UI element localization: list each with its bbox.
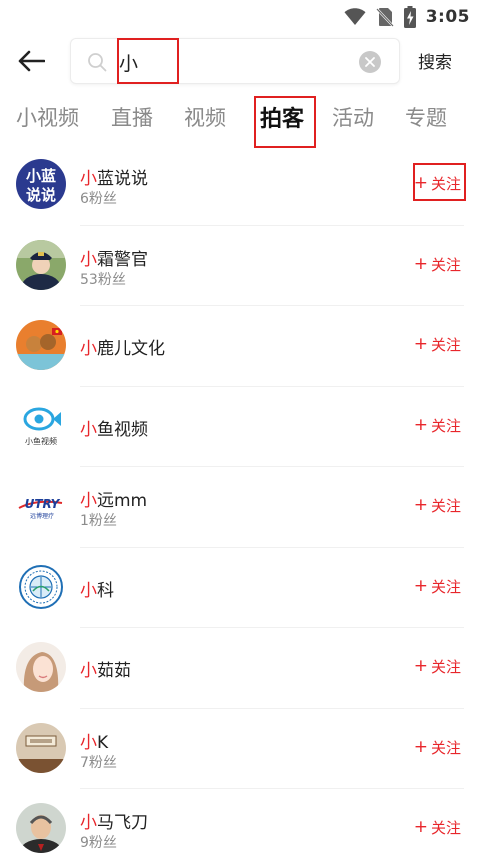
back-button[interactable] [14,46,48,76]
category-tabs: 小视频 直播 视频 拍客 活动 专题 [0,92,480,148]
user-name[interactable]: 小蓝说说 [80,164,148,189]
follow-button[interactable]: + 关注 [414,415,461,436]
avatar[interactable] [16,561,66,612]
user-name[interactable]: 小远mm [80,486,147,511]
follow-button[interactable]: + 关注 [414,334,461,355]
battery-charging-icon [403,6,416,28]
search-header: 搜索 [0,36,480,86]
follow-button[interactable]: + 关注 [414,737,461,758]
user-name[interactable]: 小科 [80,576,114,601]
follow-button[interactable]: + 关注 [414,495,461,516]
avatar[interactable]: 小鱼视频 [16,400,66,451]
avatar[interactable]: 小蓝 说说 [16,159,66,209]
plus-icon: + [413,736,428,757]
avatar[interactable] [16,239,66,290]
avatar[interactable] [16,642,66,692]
back-arrow-icon [18,50,45,72]
avatar-text-top: 小蓝 [26,167,56,185]
fan-count: 9粉丝 [80,835,117,851]
search-input[interactable] [119,49,369,75]
user-name[interactable]: 小鹿儿文化 [80,334,165,359]
fan-count: 53粉丝 [80,271,126,288]
status-icons: 3:05 [344,4,470,30]
user-row[interactable]: 小鹿儿文化 + 关注 [0,306,480,387]
clear-icon [365,57,375,67]
user-row[interactable]: 小蓝 说说 小蓝说说 6粉丝 + 关注 [0,145,480,226]
search-box[interactable] [70,38,400,84]
user-result-list: 小蓝 说说 小蓝说说 6粉丝 + 关注 小霜警官 53粉丝 + 关注 小鹿儿文化… [0,145,480,853]
avatar[interactable] [16,803,66,853]
status-bar: 3:05 [0,0,480,34]
follow-button[interactable]: + 关注 [414,656,461,677]
fan-count: 1粉丝 [80,513,117,529]
plus-icon: + [413,495,428,515]
avatar-text-bottom: 说说 [26,186,56,204]
tab-events[interactable]: 活动 [332,102,374,132]
no-sim-icon [375,8,394,27]
wifi-icon [344,8,366,26]
clear-search-button[interactable] [359,51,381,73]
user-name[interactable]: 小茹茹 [80,656,131,681]
follow-button[interactable]: + 关注 [414,173,461,194]
plus-icon: + [413,253,428,274]
status-clock: 3:05 [425,7,470,27]
plus-icon: + [413,334,428,354]
user-row[interactable]: 小科 + 关注 [0,548,480,629]
user-name[interactable]: 小K [80,728,108,753]
plus-icon: + [413,414,428,435]
plus-icon: + [413,575,428,596]
plus-icon: + [413,173,428,193]
avatar-logo-text: UTRY [25,497,61,511]
avatar-caption: 小鱼视频 [25,436,57,446]
user-name[interactable]: 小马飞刀 [80,808,148,833]
user-row[interactable]: 小霜警官 53粉丝 + 关注 [0,226,480,307]
avatar[interactable]: UTRY 远博理疗 [16,481,66,531]
tab-live[interactable]: 直播 [111,102,153,132]
tab-short-video[interactable]: 小视频 [16,102,79,132]
plus-icon: + [413,817,428,837]
tab-video[interactable]: 视频 [184,102,226,132]
user-row[interactable]: 小茹茹 + 关注 [0,628,480,709]
user-row[interactable]: 小K 7粉丝 + 关注 [0,709,480,790]
tab-paike[interactable]: 拍客 [260,101,304,133]
follow-button[interactable]: + 关注 [414,254,461,275]
user-row[interactable]: UTRY 远博理疗 小远mm 1粉丝 + 关注 [0,467,480,548]
search-submit-button[interactable]: 搜索 [418,48,452,73]
avatar[interactable] [16,320,66,370]
user-row[interactable]: 小马飞刀 9粉丝 + 关注 [0,789,480,853]
fan-count: 6粉丝 [80,191,117,207]
follow-button[interactable]: + 关注 [414,817,461,838]
user-row[interactable]: 小鱼视频 小鱼视频 + 关注 [0,387,480,468]
fan-count: 7粉丝 [80,754,117,771]
avatar[interactable] [16,722,66,773]
avatar-caption: 远博理疗 [30,512,54,520]
tab-topics[interactable]: 专题 [405,102,447,132]
follow-button[interactable]: + 关注 [414,576,461,597]
search-icon [88,53,107,72]
user-name[interactable]: 小霜警官 [80,245,148,270]
user-name[interactable]: 小鱼视频 [80,415,148,440]
plus-icon: + [413,656,428,676]
